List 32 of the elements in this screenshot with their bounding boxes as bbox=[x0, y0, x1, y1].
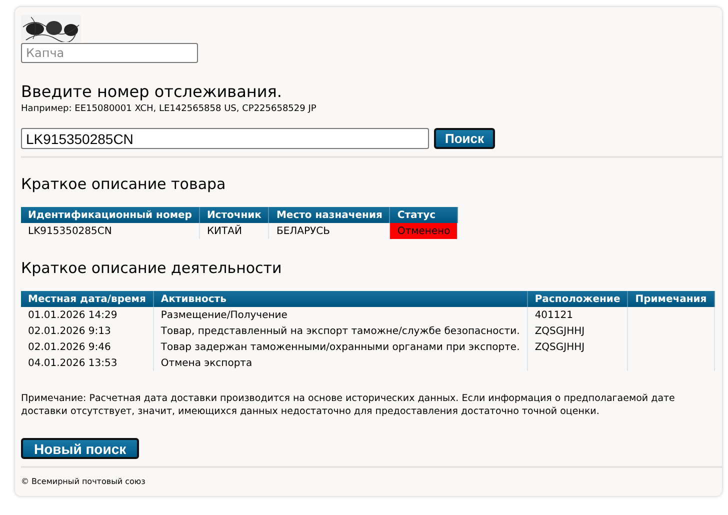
column-header: Расположение bbox=[527, 291, 628, 307]
note-text: Примечание: Расчетная дата доставки производится на основе исторических данных. Если информация о предполагаемой дате доставки отсутствует, значит, имеющихся данных недостаточно для предоставления достаточно точной оценки. bbox=[21, 392, 676, 418]
tracking-number-field[interactable]: LK915350285CN bbox=[21, 128, 429, 149]
column-header: Источник bbox=[199, 207, 269, 223]
new-search-button[interactable]: Новый поиск bbox=[21, 438, 140, 459]
copyright-text: © Всемирный почтовый союз bbox=[21, 477, 146, 486]
table-cell: Отмена экспорта bbox=[153, 355, 528, 371]
table-cell: 401121 bbox=[527, 307, 628, 323]
column-header: Местная дата/время bbox=[21, 291, 154, 307]
column-header: Статус bbox=[390, 207, 458, 223]
column-header: Активность bbox=[153, 291, 528, 307]
section-title: Краткое описание деятельности bbox=[21, 259, 283, 277]
table-cell: Товар задержан таможенными/охранными органами при экспорте. bbox=[153, 339, 528, 355]
column-header: Идентификационный номер bbox=[21, 207, 200, 223]
example-text: Например: EE15080001 XCH, LE142565858 US, CP225658529 JP bbox=[21, 104, 318, 114]
captcha-field[interactable]: Капча bbox=[21, 43, 198, 63]
table-cell: ZQSGJHHJ bbox=[527, 323, 628, 339]
table-cell: КИТАЙ bbox=[199, 223, 269, 239]
table-cell: 02.01.2026 9:46 bbox=[21, 339, 154, 355]
table-cell: ZQSGJHHJ bbox=[527, 339, 628, 355]
table-cell: LK915350285CN bbox=[21, 223, 200, 239]
section-title: Краткое описание товара bbox=[21, 175, 227, 193]
table-cell: Размещение/Получение bbox=[153, 307, 528, 323]
table-cell: 01.01.2026 14:29 bbox=[21, 307, 154, 323]
column-header: Место назначения bbox=[268, 207, 390, 223]
table-cell: 02.01.2026 9:13 bbox=[21, 323, 154, 339]
table-cell: Товар, представленный на экспорт таможне/службе безопасности. bbox=[153, 323, 528, 339]
column-header: Примечания bbox=[628, 291, 714, 307]
status-cell: Отменено bbox=[390, 223, 458, 239]
section-title: Введите номер отслеживания. bbox=[21, 82, 283, 101]
search-button[interactable]: Поиск bbox=[434, 128, 496, 149]
table-cell: 04.01.2026 13:53 bbox=[21, 355, 154, 371]
